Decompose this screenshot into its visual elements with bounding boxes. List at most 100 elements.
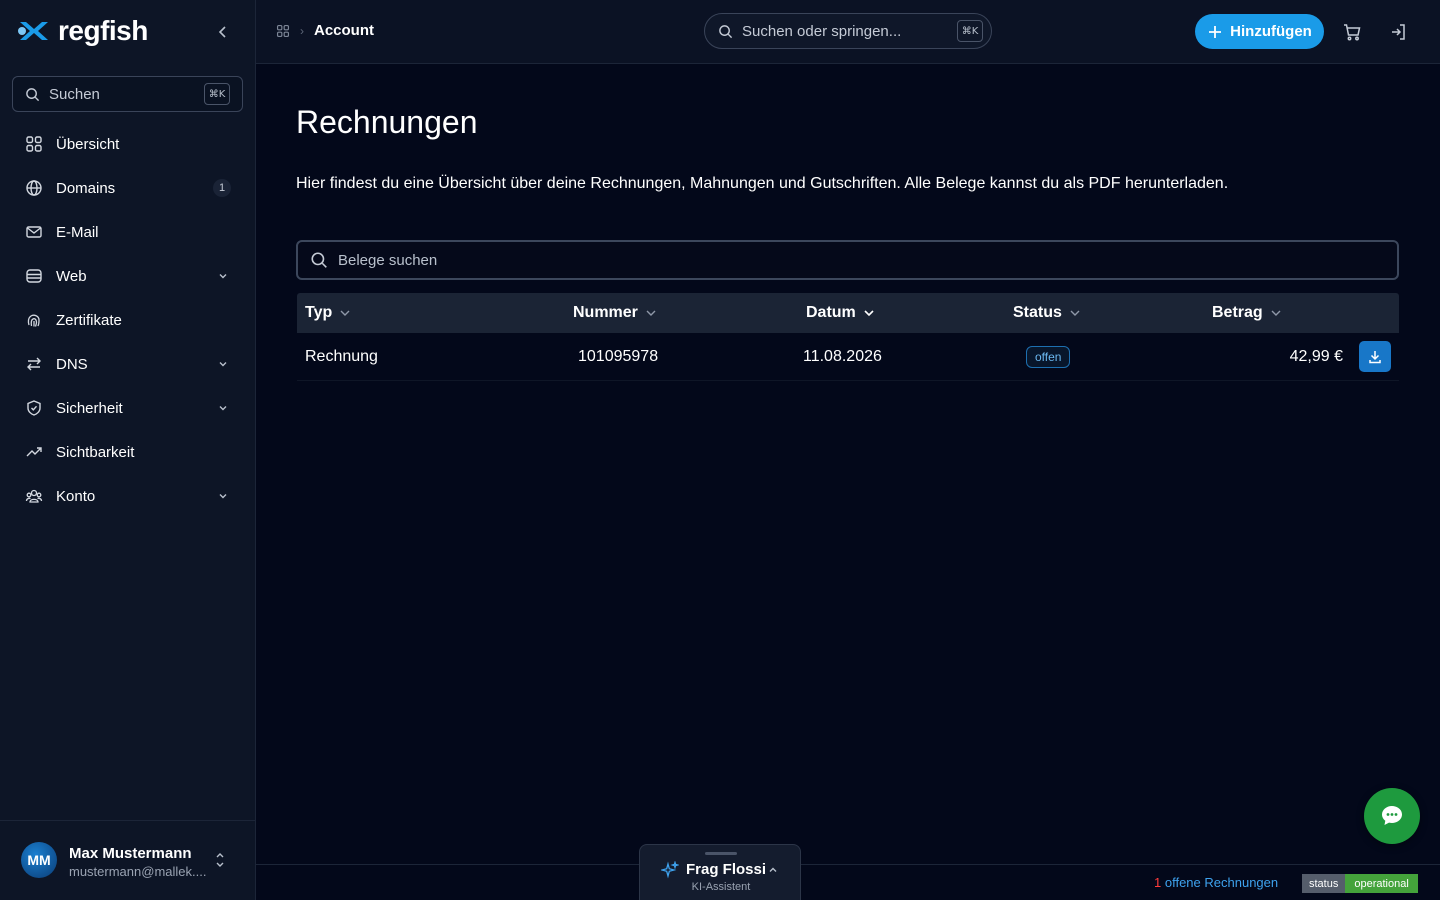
fingerprint-icon bbox=[24, 310, 44, 330]
chevron-down-icon bbox=[217, 269, 229, 286]
assistant-subtitle: KI-Assistent bbox=[691, 881, 751, 893]
brand-name: regfish bbox=[58, 15, 148, 46]
avatar: MM bbox=[21, 842, 57, 878]
brand-logo[interactable]: regfish bbox=[16, 14, 148, 48]
shortcut-hint: ⌘K bbox=[204, 83, 230, 105]
sidebar: regfish Suchen ⌘K Übersicht Domains 1 E-… bbox=[0, 0, 256, 900]
grid-icon[interactable] bbox=[276, 24, 290, 38]
global-search[interactable]: Suchen oder springen... ⌘K bbox=[704, 13, 992, 49]
users-icon bbox=[24, 486, 44, 506]
sidebar-item-label: Web bbox=[56, 267, 87, 285]
search-icon bbox=[719, 24, 733, 38]
column-header-label: Typ bbox=[305, 304, 333, 321]
server-icon bbox=[24, 266, 44, 286]
grid-icon bbox=[24, 134, 44, 154]
sidebar-item-label: DNS bbox=[56, 355, 88, 373]
system-status-badge[interactable]: status operational bbox=[1302, 874, 1418, 893]
sidebar-item-zertifikate[interactable]: Zertifikate bbox=[12, 298, 243, 342]
column-header-label: Status bbox=[1013, 304, 1062, 321]
search-icon bbox=[26, 87, 40, 101]
breadcrumb-current[interactable]: Account bbox=[314, 22, 374, 39]
sidebar-item-label: Domains bbox=[56, 179, 116, 197]
sidebar-item-domains[interactable]: Domains 1 bbox=[12, 166, 243, 210]
drag-handle[interactable] bbox=[705, 852, 737, 855]
chevron-down-icon bbox=[217, 401, 229, 418]
sidebar-item-uebersicht[interactable]: Übersicht bbox=[12, 122, 243, 166]
column-header-label: Datum bbox=[806, 304, 856, 321]
column-header-nummer[interactable]: Nummer bbox=[573, 304, 658, 322]
download-pdf-button[interactable] bbox=[1359, 341, 1391, 372]
page-title: Rechnungen bbox=[296, 104, 478, 140]
chat-bubble-icon bbox=[1382, 806, 1402, 825]
table-header: Typ Nummer Datum Status Betrag bbox=[297, 293, 1399, 333]
status-badge: offen bbox=[1026, 346, 1071, 368]
ai-assistant-drawer[interactable]: Frag Flossi KI-Assistent bbox=[639, 844, 801, 900]
chat-button[interactable] bbox=[1364, 788, 1420, 844]
sidebar-item-label: Sicherheit bbox=[56, 399, 123, 417]
column-header-betrag[interactable]: Betrag bbox=[1212, 304, 1283, 322]
count-badge: 1 bbox=[213, 179, 231, 197]
column-header-label: Nummer bbox=[573, 304, 638, 321]
globe-icon bbox=[24, 178, 44, 198]
sidebar-item-label: Konto bbox=[56, 487, 96, 505]
sidebar-search[interactable]: Suchen ⌘K bbox=[12, 76, 243, 112]
sidebar-item-web[interactable]: Web bbox=[12, 254, 243, 298]
sidebar-item-email[interactable]: E-Mail bbox=[12, 210, 243, 254]
sidebar-item-konto[interactable]: Konto bbox=[12, 474, 243, 518]
mail-icon bbox=[24, 222, 44, 242]
user-menu[interactable]: MM Max Mustermann mustermann@mallek.... bbox=[0, 820, 256, 900]
shortcut-hint: ⌘K bbox=[957, 20, 983, 42]
sidebar-item-label: E-Mail bbox=[56, 223, 99, 241]
table-row[interactable]: Rechnung 101095978 11.08.2026 offen 42,9… bbox=[297, 333, 1399, 381]
chevron-up-icon bbox=[767, 863, 779, 881]
cell-typ: Rechnung bbox=[305, 348, 378, 365]
cell-betrag: 42,99 € bbox=[1289, 348, 1343, 365]
trend-icon bbox=[24, 442, 44, 462]
sidebar-item-sichtbarkeit[interactable]: Sichtbarkeit bbox=[12, 430, 243, 474]
assistant-name: Frag Flossi bbox=[686, 861, 767, 878]
sidebar-item-label: Zertifikate bbox=[56, 311, 122, 329]
sidebar-nav: Übersicht Domains 1 E-Mail Web Zertifika… bbox=[12, 122, 243, 518]
chevron-down-icon bbox=[646, 310, 656, 316]
cell-nummer: 101095978 bbox=[578, 348, 659, 365]
open-invoices-link[interactable]: 1 offene Rechnungen bbox=[1154, 875, 1278, 890]
chevron-down-icon bbox=[340, 310, 350, 316]
column-header-status[interactable]: Status bbox=[1013, 304, 1082, 322]
column-header-typ[interactable]: Typ bbox=[305, 304, 352, 322]
add-button-label: Hinzufügen bbox=[1230, 23, 1312, 40]
invoices-table: Typ Nummer Datum Status Betrag Rechnung bbox=[297, 293, 1399, 381]
logo-icon bbox=[18, 22, 48, 40]
search-icon bbox=[311, 252, 327, 268]
chevron-right-icon: › bbox=[300, 23, 304, 38]
open-invoices-label: offene Rechnungen bbox=[1164, 875, 1279, 890]
status-footer: 1 offene Rechnungen status operational bbox=[256, 864, 1440, 900]
sidebar-item-label: Sichtbarkeit bbox=[56, 443, 135, 461]
documents-search-placeholder: Belege suchen bbox=[338, 251, 438, 269]
collapse-sidebar-button[interactable] bbox=[210, 19, 236, 45]
plus-icon bbox=[1209, 25, 1222, 38]
chevron-down-icon bbox=[864, 310, 874, 317]
sidebar-search-label: Suchen bbox=[49, 85, 100, 103]
column-header-label: Betrag bbox=[1212, 304, 1263, 321]
chevron-down-icon bbox=[1070, 310, 1080, 316]
sidebar-item-sicherheit[interactable]: Sicherheit bbox=[12, 386, 243, 430]
open-invoices-count: 1 bbox=[1154, 875, 1162, 890]
shield-icon bbox=[24, 398, 44, 418]
global-search-placeholder: Suchen oder springen... bbox=[742, 22, 902, 40]
add-button[interactable]: Hinzufügen bbox=[1195, 14, 1324, 49]
cart-icon[interactable] bbox=[1340, 20, 1364, 44]
status-badge-label: status bbox=[1302, 874, 1346, 893]
cell-datum: 11.08.2026 bbox=[803, 348, 882, 365]
logout-icon[interactable] bbox=[1387, 20, 1411, 44]
sidebar-item-label: Übersicht bbox=[56, 135, 120, 153]
main-content: Rechnungen Hier findest du eine Übersich… bbox=[256, 64, 1440, 864]
documents-search-input[interactable]: Belege suchen bbox=[296, 240, 1399, 280]
sidebar-item-dns[interactable]: DNS bbox=[12, 342, 243, 386]
user-name: Max Mustermann bbox=[69, 845, 192, 862]
download-icon bbox=[1369, 350, 1381, 363]
status-badge-value: operational bbox=[1345, 874, 1418, 893]
column-header-datum[interactable]: Datum bbox=[806, 304, 876, 322]
page-description: Hier findest du eine Übersicht über dein… bbox=[296, 175, 1229, 192]
breadcrumb: › Account bbox=[276, 22, 374, 39]
user-email: mustermann@mallek.... bbox=[69, 864, 207, 879]
